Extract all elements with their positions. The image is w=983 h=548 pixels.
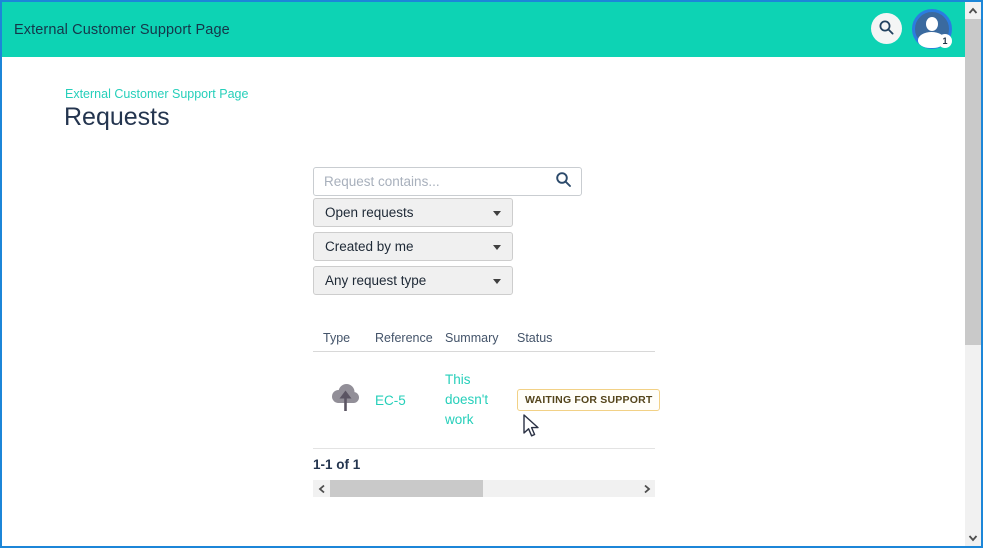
column-header-summary: Summary (445, 331, 517, 345)
portal-header-title: External Customer Support Page (14, 22, 230, 38)
column-header-reference: Reference (375, 331, 445, 345)
request-search-box (313, 167, 582, 196)
request-summary-link[interactable]: This doesn't work (445, 370, 509, 430)
header-search-button[interactable] (871, 13, 902, 44)
chevron-down-icon (493, 211, 501, 216)
table-header-row: Type Reference Summary Status (313, 324, 655, 352)
chevron-down-icon (493, 245, 501, 250)
notification-badge: 1 (938, 34, 952, 48)
vertical-scrollbar[interactable] (965, 2, 981, 546)
pagination-label: 1-1 of 1 (313, 457, 360, 472)
breadcrumb[interactable]: External Customer Support Page (65, 87, 248, 101)
requests-table: Type Reference Summary Status (313, 324, 655, 449)
page-title: Requests (64, 103, 170, 132)
user-avatar[interactable]: 1 (912, 9, 952, 49)
filter-created-by-me[interactable]: Created by me (313, 232, 513, 261)
scroll-left-button[interactable] (313, 480, 330, 497)
column-header-status: Status (517, 331, 655, 345)
filter-request-type[interactable]: Any request type (313, 266, 513, 295)
table-row: EC-5 This doesn't work WAITING FOR SUPPO… (313, 352, 655, 449)
request-summary-cell: This doesn't work (445, 370, 517, 430)
request-status-cell: WAITING FOR SUPPORT (517, 389, 655, 411)
magnifier-icon (555, 171, 572, 193)
status-badge: WAITING FOR SUPPORT (517, 389, 660, 411)
vertical-scrollbar-thumb[interactable] (965, 19, 981, 345)
filter-label: Created by me (325, 239, 414, 254)
column-header-type: Type (313, 331, 375, 345)
scroll-up-button[interactable] (965, 2, 981, 19)
search-icon (878, 19, 895, 39)
scroll-down-button[interactable] (965, 529, 981, 546)
request-search-input[interactable] (314, 174, 555, 189)
filter-label: Open requests (325, 205, 414, 220)
chevron-down-icon (493, 279, 501, 284)
filter-label: Any request type (325, 273, 426, 288)
request-reference-link[interactable]: EC-5 (375, 393, 445, 408)
horizontal-scrollbar[interactable] (313, 480, 655, 497)
cloud-upload-icon (327, 403, 361, 420)
filter-open-requests[interactable]: Open requests (313, 198, 513, 227)
person-icon (926, 17, 938, 31)
request-type-cell (313, 380, 375, 421)
browser-window: External Customer Support Page 1 Externa… (0, 0, 983, 548)
scroll-right-button[interactable] (638, 480, 655, 497)
horizontal-scrollbar-thumb[interactable] (330, 480, 483, 497)
portal-header: External Customer Support Page 1 (2, 2, 965, 57)
